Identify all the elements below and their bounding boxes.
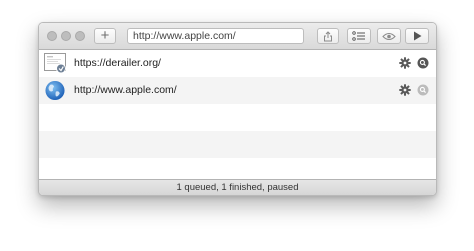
magnifier-icon[interactable] xyxy=(417,57,429,69)
toolbar: + xyxy=(39,23,436,50)
share-icon xyxy=(324,30,332,41)
close-window-button[interactable] xyxy=(47,31,57,41)
list-item[interactable]: http://www.apple.com/ xyxy=(39,77,436,104)
empty-row xyxy=(39,104,436,131)
download-list: https://derailer.org/ http://www.apple.c… xyxy=(39,50,436,158)
eye-icon xyxy=(382,32,396,40)
zoom-window-button[interactable] xyxy=(75,31,85,41)
status-text: 1 queued, 1 finished, paused xyxy=(176,182,299,193)
row-url: http://www.apple.com/ xyxy=(74,84,177,96)
add-button[interactable]: + xyxy=(94,28,116,44)
share-button[interactable] xyxy=(317,28,339,44)
status-bar: 1 queued, 1 finished, paused xyxy=(39,179,436,195)
gear-icon[interactable] xyxy=(399,84,411,96)
preview-button[interactable] xyxy=(377,28,401,44)
magnifier-icon[interactable] xyxy=(417,84,429,96)
list-icon xyxy=(352,31,365,41)
list-item[interactable]: https://derailer.org/ xyxy=(39,50,436,77)
globe-icon xyxy=(45,80,65,101)
gear-icon[interactable] xyxy=(399,57,411,69)
play-button[interactable] xyxy=(405,28,429,44)
minimize-window-button[interactable] xyxy=(61,31,71,41)
webpage-thumbnail-icon xyxy=(44,53,66,74)
add-label: + xyxy=(100,27,110,44)
app-window: + http://www.apple.com/ https://derailer… xyxy=(38,22,437,196)
empty-row xyxy=(39,131,436,158)
row-url: https://derailer.org/ xyxy=(74,57,161,69)
play-icon xyxy=(413,31,421,41)
options-list-button[interactable] xyxy=(347,28,371,44)
url-input[interactable] xyxy=(127,28,304,44)
